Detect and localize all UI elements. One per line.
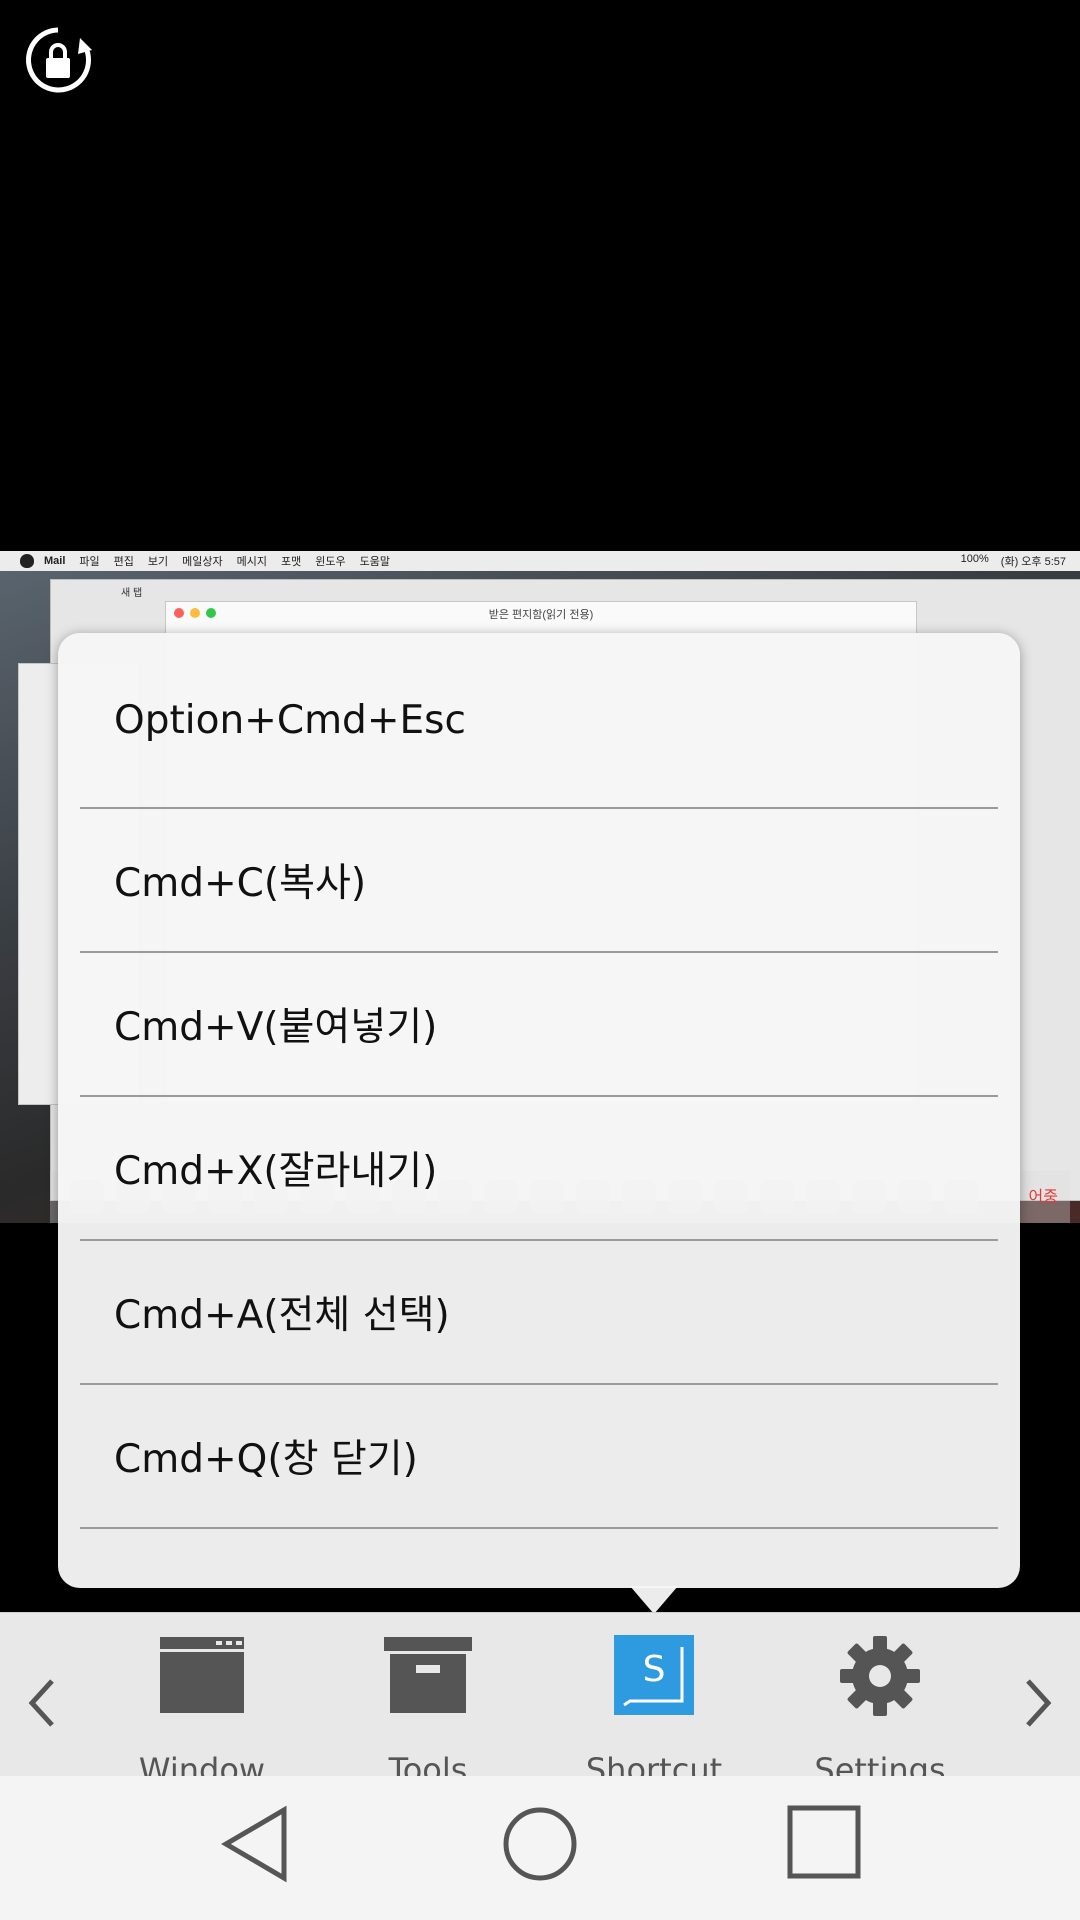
menubar-clock: (화) 오후 5:57 xyxy=(1000,556,1066,568)
mac-menubar: Mail 파일 편집 보기 메일상자 메시지 포맷 윈도우 도움말 100% (… xyxy=(0,551,1080,571)
gear-icon xyxy=(840,1636,920,1716)
window-icon xyxy=(160,1637,244,1713)
shortcut-item-copy[interactable]: Cmd+C(복사) xyxy=(80,809,998,953)
rotation-lock-icon[interactable] xyxy=(22,24,94,96)
toolbox-icon xyxy=(384,1637,472,1713)
back-triangle-icon[interactable] xyxy=(218,1804,290,1884)
menubar-menu: 메시지 xyxy=(236,556,268,568)
browser-tab: 새 탭 xyxy=(121,588,143,599)
shortcut-list: Option+Cmd+Esc Cmd+C(복사) Cmd+V(붙여넣기) Cmd… xyxy=(80,633,998,1529)
battery-level: 100% xyxy=(960,553,989,565)
menubar-menu: 파일 xyxy=(79,556,100,568)
shortcut-popup: Option+Cmd+Esc Cmd+C(복사) Cmd+V(붙여넣기) Cmd… xyxy=(58,633,1020,1588)
menubar-menu: 편집 xyxy=(113,556,134,568)
menubar-menu: 포맷 xyxy=(281,556,302,568)
svg-text:S: S xyxy=(643,1649,666,1690)
tool-tools[interactable]: Tools xyxy=(328,1613,528,1789)
shortcut-item-select-all[interactable]: Cmd+A(전체 선택) xyxy=(80,1241,998,1385)
menubar-menu: 메일상자 xyxy=(182,556,223,568)
shortcut-icon: S xyxy=(614,1635,694,1715)
recents-square-icon[interactable] xyxy=(786,1804,862,1880)
shortcut-item-force-quit[interactable]: Option+Cmd+Esc xyxy=(80,633,998,809)
shortcut-item-close-window[interactable]: Cmd+Q(창 닫기) xyxy=(80,1385,998,1529)
chevron-right-icon[interactable] xyxy=(1018,1673,1058,1733)
home-circle-icon[interactable] xyxy=(500,1804,580,1884)
popup-pointer xyxy=(630,1586,678,1614)
chevron-left-icon[interactable] xyxy=(22,1673,62,1733)
bottom-toolbar: Window Tools S Shortcut Settings xyxy=(0,1612,1080,1789)
recording-label: 어중 xyxy=(1028,1187,1058,1206)
menubar-menu: 보기 xyxy=(147,556,169,568)
menubar-menu: 도움말 xyxy=(359,556,391,568)
mail-window-title: 받은 편지함(읽기 전용) xyxy=(488,609,594,621)
menubar-app: Mail xyxy=(44,555,66,567)
android-nav-bar xyxy=(0,1776,1080,1920)
tool-settings[interactable]: Settings xyxy=(780,1613,980,1789)
shortcut-item-cut[interactable]: Cmd+X(잘라내기) xyxy=(80,1097,998,1241)
menubar-menu: 윈도우 xyxy=(315,556,346,568)
shortcut-item-paste[interactable]: Cmd+V(붙여넣기) xyxy=(80,953,998,1097)
tool-window[interactable]: Window xyxy=(102,1613,302,1789)
tool-shortcut[interactable]: S Shortcut xyxy=(554,1613,754,1789)
apple-icon xyxy=(20,554,34,568)
